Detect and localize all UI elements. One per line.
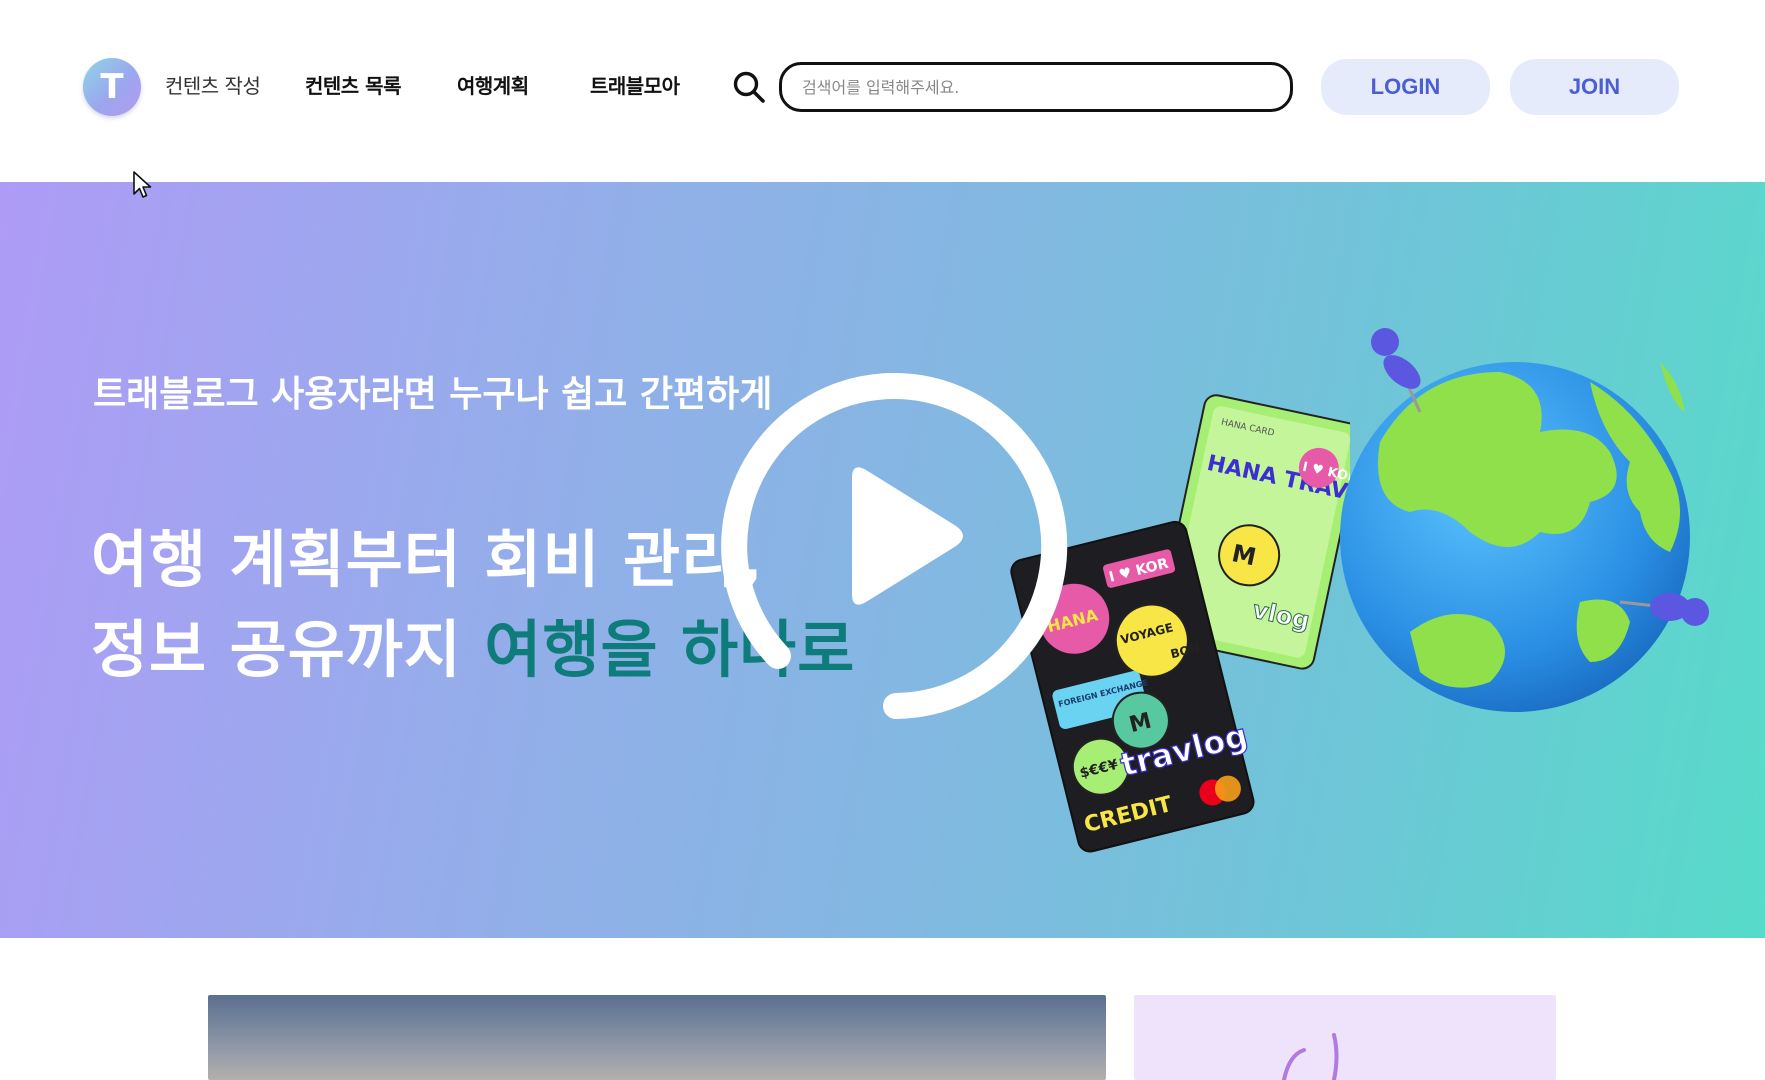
login-button[interactable]: LOGIN	[1321, 59, 1490, 115]
nav-item-travel-plan[interactable]: 여행계획	[457, 70, 529, 99]
content-thumbnail-side[interactable]	[1134, 995, 1556, 1080]
play-icon[interactable]	[700, 360, 1072, 732]
handwriting-decoration	[1282, 1033, 1339, 1080]
search-input[interactable]	[779, 62, 1293, 112]
join-button[interactable]: JOIN	[1510, 59, 1679, 115]
site-header: T 컨텐츠 작성 컨텐츠 목록 여행계획 트래블모아 LOGIN JOIN	[0, 0, 1765, 182]
nav-item-write-content[interactable]: 컨텐츠 작성	[165, 70, 261, 99]
nav-item-content-list[interactable]: 컨텐츠 목록	[305, 70, 401, 99]
logo[interactable]: T	[83, 58, 141, 116]
content-thumbnail-main[interactable]	[208, 995, 1106, 1080]
globe-illustration	[1340, 328, 1709, 712]
logo-letter: T	[100, 67, 124, 107]
hero-title-line2-plain: 정보 공유까지	[91, 613, 485, 686]
hero-banner: 트래블로그 사용자라면 누구나 쉽고 간편하게 여행 계획부터 회비 관리, 정…	[0, 182, 1765, 938]
hero-subtitle: 트래블로그 사용자라면 누구나 쉽고 간편하게	[93, 374, 773, 415]
search-icon[interactable]	[732, 70, 766, 104]
nav-item-travel-moa[interactable]: 트래블모아	[590, 70, 680, 99]
mouse-cursor-icon	[133, 171, 152, 198]
